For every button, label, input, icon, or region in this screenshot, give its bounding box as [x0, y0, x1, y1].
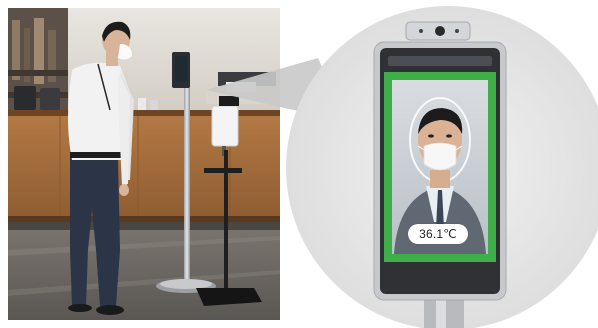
stage: 36.1℃	[0, 0, 598, 328]
temperature-reading: 36.1℃	[408, 224, 468, 244]
camera-lens-icon	[435, 26, 445, 36]
photo-scene	[8, 6, 598, 328]
left-photo	[8, 8, 280, 320]
zoom-device	[373, 21, 507, 328]
